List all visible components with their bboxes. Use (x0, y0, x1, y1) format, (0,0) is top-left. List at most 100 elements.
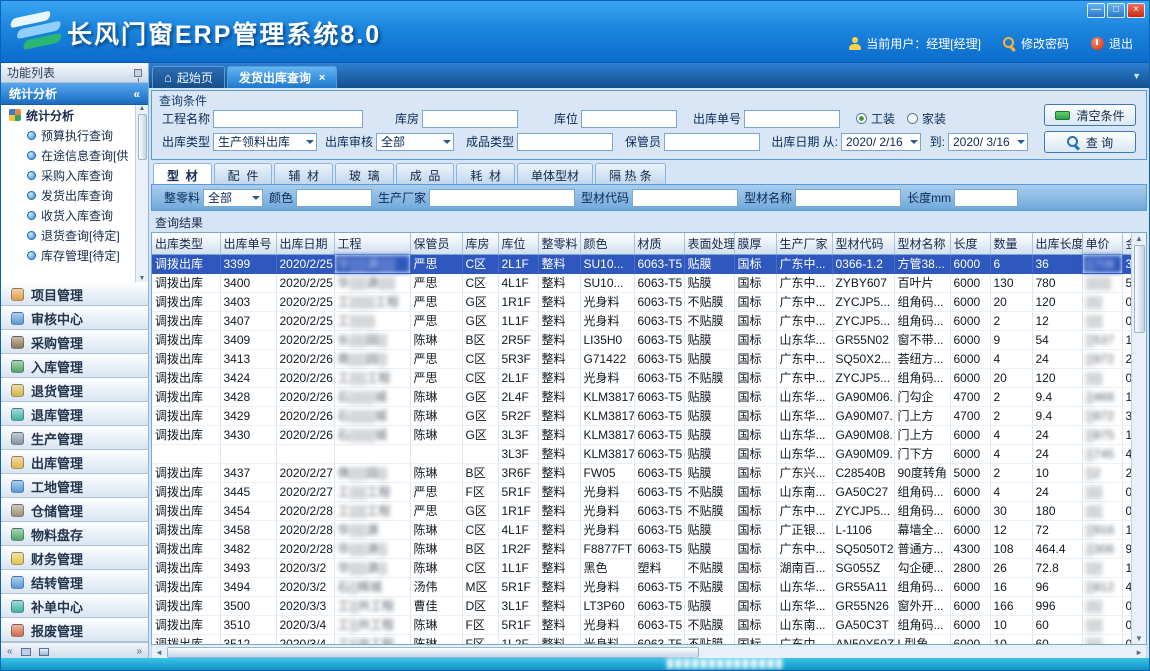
table-vertical-scrollbar[interactable]: ▲ ▼ (1131, 233, 1146, 644)
material-tab[interactable]: 配 件 (214, 163, 273, 184)
table-row[interactable]: 调拨出库34452020/2/27工▒▒工程严思F区5R1F整料光身料6063-… (152, 482, 1131, 501)
material-tab[interactable]: 玻 璃 (335, 163, 394, 184)
table-row[interactable]: 调拨出库34032020/2/25工▒▒▒工程严思G区1R1F整料光身料6063… (152, 292, 1131, 311)
tree-item[interactable]: 在途信息查询[供 (1, 145, 148, 165)
table-row[interactable]: 3L3F整料KLM38176063-T5贴膜国标山东华...GA90M09...… (152, 444, 1131, 463)
material-tab[interactable]: 成 品 (396, 163, 455, 184)
location-input[interactable] (581, 110, 677, 128)
sidebar-module-结转管理[interactable]: 结转管理 (1, 570, 148, 594)
material-tab[interactable]: 型 材 (153, 163, 212, 184)
column-header[interactable]: 出库长度 (1032, 233, 1082, 254)
radio-jiazhuang[interactable]: 家装 (907, 110, 946, 127)
tab-list-dropdown-icon[interactable]: ▼ (1132, 71, 1141, 81)
table-row[interactable]: 调拨出库34002020/2/25华▒▒源▒▒严思C区4L1F整料SU10...… (152, 273, 1131, 292)
collapse-icon[interactable]: « (133, 87, 140, 101)
scroll-down-icon[interactable]: ▼ (139, 275, 146, 282)
column-header[interactable]: 保管员 (410, 233, 462, 254)
table-row[interactable]: 调拨出库35102020/3/4工▒共工程陈琳F区5R1F整料光身料6063-T… (152, 615, 1131, 634)
table-row[interactable]: 调拨出库34372020/2/27佛▒▒园▒陈琳B区3R6F整料FW056063… (152, 463, 1131, 482)
sidebar-module-出库管理[interactable]: 出库管理 (1, 450, 148, 474)
project-name-input[interactable] (213, 110, 363, 128)
search-button[interactable]: 查 询 (1044, 131, 1136, 153)
table-row[interactable]: 调拨出库35122020/3/4工▒共工程陈琳F区1L2F整料光身料6063-T… (152, 634, 1131, 644)
tree-item[interactable]: 退货查询[待定] (1, 225, 148, 245)
tree-root-statistics[interactable]: 统计分析 (1, 105, 148, 125)
sidebar-group-statistics[interactable]: 统计分析 « (1, 83, 148, 105)
tab-close-icon[interactable]: × (319, 72, 325, 84)
column-header[interactable]: 库房 (462, 233, 498, 254)
sidebar-module-工地管理[interactable]: 工地管理 (1, 474, 148, 498)
scroll-thumb[interactable] (1134, 245, 1145, 333)
table-row[interactable]: 调拨出库34292020/2/26石▒▒▒城陈琳G区5R2F整料KLM38176… (152, 406, 1131, 425)
close-button[interactable]: × (1127, 3, 1145, 18)
tab-home[interactable]: ⌂ 起始页 (152, 66, 225, 88)
scroll-left-icon[interactable]: ◄ (155, 648, 163, 657)
sidebar-module-仓储管理[interactable]: 仓储管理 (1, 498, 148, 522)
scroll-up-icon[interactable]: ▲ (139, 105, 146, 112)
scroll-right-icon[interactable]: ► (1135, 648, 1143, 657)
date-from-select[interactable]: 2020/ 2/16 (841, 133, 921, 151)
scroll-up-icon[interactable]: ▲ (1135, 234, 1143, 243)
sidebar-module-入库管理[interactable]: 入库管理 (1, 354, 148, 378)
maker-input[interactable] (429, 189, 575, 207)
sidebar-module-审核中心[interactable]: 审核中心 (1, 306, 148, 330)
material-tab[interactable]: 单体型材 (517, 163, 593, 184)
date-to-select[interactable]: 2020/ 3/16 (948, 133, 1028, 151)
table-row[interactable]: 调拨出库33992020/2/25华▒▒源▒▒严思C区2L1F整料SU10...… (152, 254, 1131, 273)
tree-item[interactable]: 库存管理[待定] (1, 245, 148, 265)
color-input[interactable] (296, 189, 372, 207)
column-header[interactable]: 颜色 (580, 233, 634, 254)
table-row[interactable]: 调拨出库34942020/3/2石▒辉城汤伟M区5R1F整料光身料6063-T5… (152, 577, 1131, 596)
tree-scrollbar[interactable]: ▲ ▼ (135, 105, 148, 282)
minimize-button[interactable]: — (1087, 3, 1105, 18)
footer-left-icon[interactable]: « (7, 646, 13, 657)
table-row[interactable]: 调拨出库35002020/3/3工▒共工程曹佳D区3L1F整料LT3P60606… (152, 596, 1131, 615)
column-header[interactable]: 型材代码 (832, 233, 894, 254)
table-row[interactable]: 调拨出库34302020/2/26石▒▒▒城陈琳G区3L3F整料KLM38176… (152, 425, 1131, 444)
column-header[interactable]: 出库类型 (152, 233, 220, 254)
sidebar-module-财务管理[interactable]: 财务管理 (1, 546, 148, 570)
sidebar-module-物料盘存[interactable]: 物料盘存 (1, 522, 148, 546)
warehouse-input[interactable] (422, 110, 518, 128)
scroll-down-icon[interactable]: ▼ (1135, 634, 1143, 643)
sidebar-module-报废管理[interactable]: 报废管理 (1, 618, 148, 642)
material-tab[interactable]: 耗 材 (456, 163, 515, 184)
table-row[interactable]: 调拨出库34132020/2/26南▒▒园▒严思C区5R3F整料G7142260… (152, 349, 1131, 368)
table-row[interactable]: 调拨出库34582020/2/28华▒▒源陈琳C区4L1F整料光身料6063-T… (152, 520, 1131, 539)
material-tab[interactable]: 辅 材 (274, 163, 333, 184)
profile-code-input[interactable] (632, 189, 738, 207)
audit-select[interactable]: 全部 (376, 133, 454, 151)
sidebar-module-退货管理[interactable]: 退货管理 (1, 378, 148, 402)
table-row[interactable]: 调拨出库34822020/2/28华▒▒源▒陈琳B区1R2F整料F8877FT6… (152, 539, 1131, 558)
table-row[interactable]: 调拨出库34282020/2/26石▒▒▒城陈琳G区2L4F整料KLM38176… (152, 387, 1131, 406)
column-header[interactable]: 数量 (990, 233, 1032, 254)
scroll-thumb[interactable] (167, 647, 699, 658)
column-header[interactable]: 出库单号 (220, 233, 276, 254)
out-type-select[interactable]: 生产领料出库 (213, 133, 317, 151)
column-header[interactable]: 工程 (334, 233, 410, 254)
table-row[interactable]: 调拨出库34242020/2/26工▒▒工程严思C区2L1F整料光身料6063-… (152, 368, 1131, 387)
sidebar-module-项目管理[interactable]: 项目管理 (1, 282, 148, 306)
order-no-input[interactable] (744, 110, 840, 128)
sidebar-module-生产管理[interactable]: 生产管理 (1, 426, 148, 450)
column-header[interactable]: 膜厚 (734, 233, 776, 254)
column-header[interactable]: 出库日期 (276, 233, 334, 254)
column-header[interactable]: 生产厂家 (776, 233, 832, 254)
tree-item[interactable]: 发货出库查询 (1, 185, 148, 205)
change-password-link[interactable]: 修改密码 (1003, 35, 1069, 52)
logout-button[interactable]: 退出 (1091, 35, 1133, 52)
footer-right-icon[interactable]: » (136, 646, 142, 657)
whole-select[interactable]: 全部 (203, 189, 263, 207)
table-row[interactable]: 调拨出库34072020/2/25工▒▒▒严思G区1L1F整料光身料6063-T… (152, 311, 1131, 330)
column-header[interactable]: 库位 (498, 233, 538, 254)
column-header[interactable]: 材质 (634, 233, 684, 254)
column-header[interactable]: 单价 (1082, 233, 1122, 254)
sidebar-module-采购管理[interactable]: 采购管理 (1, 330, 148, 354)
table-row[interactable]: 调拨出库34092020/2/25长▒▒园▒陈琳B区2R5F整料LI35H060… (152, 330, 1131, 349)
footer-grid-icon[interactable] (39, 648, 49, 656)
tab-shipping-outbound-query[interactable]: 发货出库查询 × (227, 66, 337, 88)
sidebar-module-补单中心[interactable]: 补单中心 (1, 594, 148, 618)
radio-gongzhuang[interactable]: 工装 (856, 110, 895, 127)
sidebar-module-退库管理[interactable]: 退库管理 (1, 402, 148, 426)
footer-monitor-icon[interactable] (21, 648, 31, 656)
